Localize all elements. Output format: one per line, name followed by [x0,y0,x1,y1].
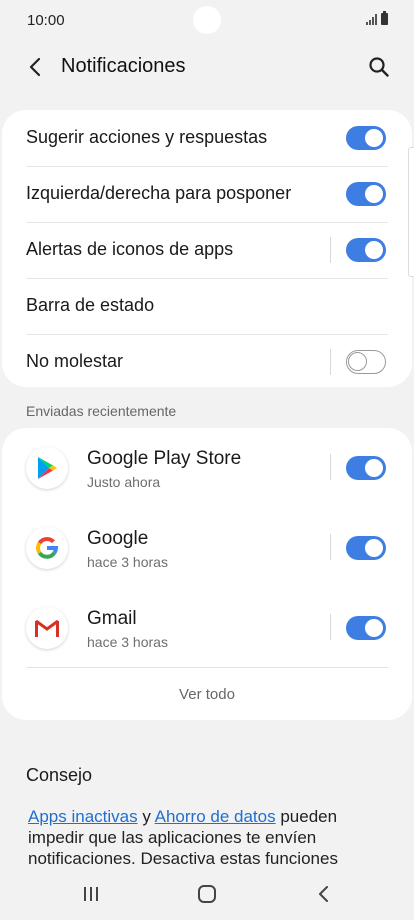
swipe-snooze-toggle[interactable] [346,182,386,206]
recent-apps-button[interactable] [75,880,107,908]
back-icon [319,886,328,902]
google-toggle[interactable] [346,536,386,560]
gmail-icon [26,607,68,649]
app-time: hace 3 horas [87,634,168,650]
setting-label: No molestar [26,351,124,371]
recent-apps-icon [84,887,98,901]
tip-title: Consejo [26,765,93,785]
divider [26,667,388,668]
divider [330,237,331,263]
google-icon [26,527,68,569]
app-row-gmail[interactable]: Gmail hace 3 horas [2,588,412,668]
divider [330,454,331,480]
home-icon [198,885,216,903]
recent-section-label: Enviadas recientemente [26,403,177,419]
setting-row-status-bar[interactable]: Barra de estado [2,278,412,334]
setting-label: Izquierda/derecha para posponer [26,183,292,203]
camera-cutout [193,6,221,34]
gmail-toggle[interactable] [346,616,386,640]
status-time: 10:00 [27,12,65,29]
app-name: Google Play Store [87,448,242,469]
settings-card: Sugerir acciones y respuestas Izquierda/… [2,110,412,387]
setting-row-suggest-actions[interactable]: Sugerir acciones y respuestas [2,110,412,166]
search-icon [369,57,389,77]
tip-text: Apps inactivas y Ahorro de datos pueden … [28,806,388,869]
status-icons [366,11,388,25]
search-button[interactable] [366,54,392,80]
see-all-button[interactable]: Ver todo [2,686,412,703]
app-time: Justo ahora [87,474,161,490]
inactive-apps-link[interactable]: Apps inactivas [28,807,138,826]
setting-label: Barra de estado [26,295,155,315]
app-row-play-store[interactable]: Google Play Store Justo ahora [2,428,412,508]
divider [330,534,331,560]
suggest-actions-toggle[interactable] [346,126,386,150]
scroll-indicator[interactable] [408,147,414,277]
setting-label: Alertas de iconos de apps [26,239,234,259]
home-button[interactable] [191,880,223,908]
divider [330,349,331,375]
setting-row-app-icon-badges[interactable]: Alertas de iconos de apps [2,222,412,278]
divider [330,614,331,640]
back-arrow-icon [29,57,41,77]
app-icon-badges-toggle[interactable] [346,238,386,262]
tip-connector: y [137,807,155,826]
nav-back-button[interactable] [307,880,339,908]
app-header: Notificaciones [0,44,414,90]
play-store-toggle[interactable] [346,456,386,480]
recent-apps-card: Google Play Store Justo ahora Google hac… [2,428,412,720]
setting-row-do-not-disturb[interactable]: No molestar [2,334,412,390]
setting-label: Sugerir acciones y respuestas [26,127,268,147]
play-store-icon [26,447,68,489]
page-title: Notificaciones [61,55,186,77]
app-name: Gmail [87,608,137,629]
do-not-disturb-toggle[interactable] [346,350,386,374]
app-row-google[interactable]: Google hace 3 horas [2,508,412,588]
battery-icon [381,11,388,25]
back-button[interactable] [22,54,48,80]
app-time: hace 3 horas [87,554,168,570]
setting-row-swipe-snooze[interactable]: Izquierda/derecha para posponer [2,166,412,222]
app-name: Google [87,528,149,549]
status-bar: 10:00 [0,0,414,42]
signal-icon [366,14,377,25]
data-saver-link[interactable]: Ahorro de datos [155,807,276,826]
navigation-bar [0,868,414,920]
